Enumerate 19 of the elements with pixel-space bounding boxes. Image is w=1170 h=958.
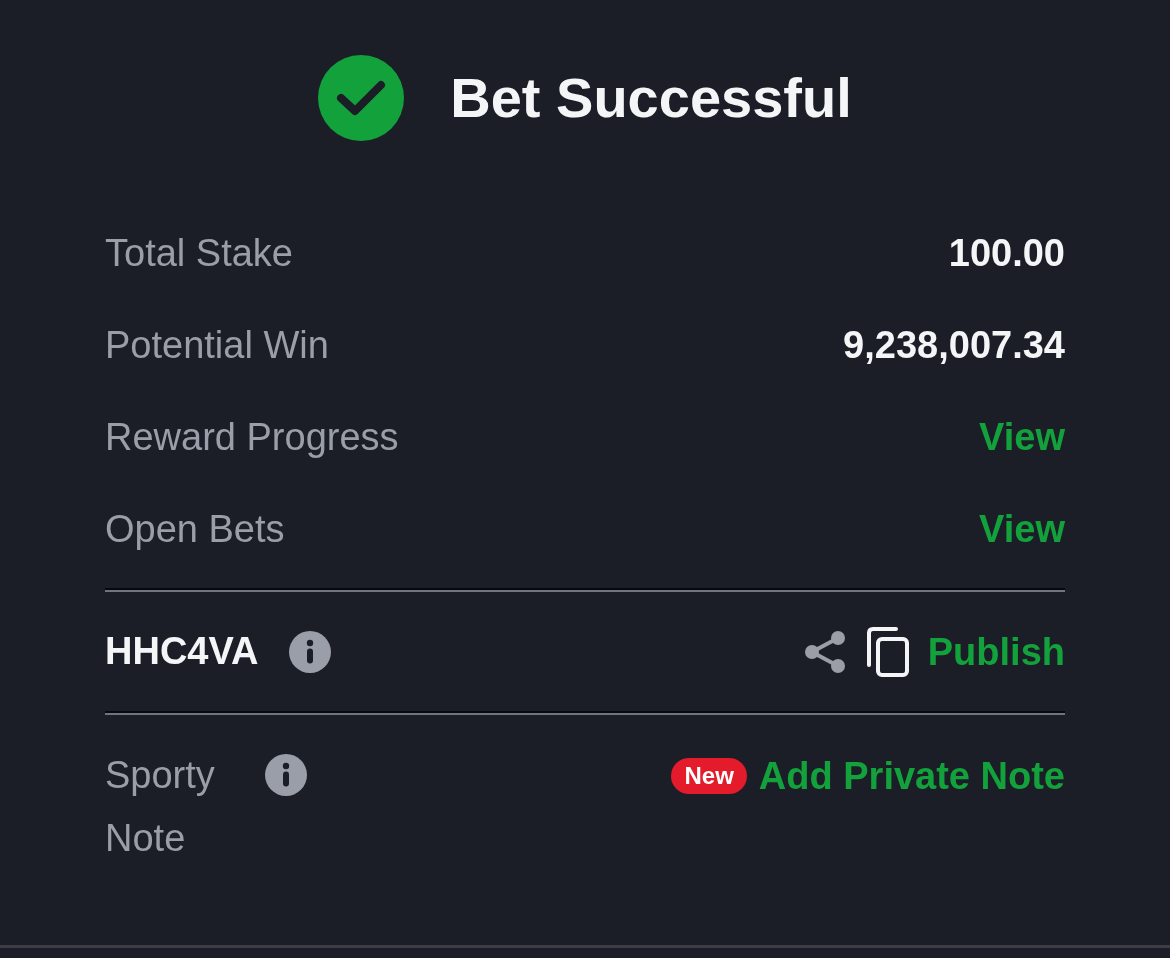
info-icon[interactable] xyxy=(265,754,307,796)
publish-button[interactable]: Publish xyxy=(927,632,1065,671)
booking-code: HHC4VA xyxy=(105,629,259,674)
summary-label: Open Bets xyxy=(105,506,285,552)
copy-icon[interactable] xyxy=(865,626,910,677)
amount-value: 9,238,007.34 xyxy=(843,322,1065,368)
summary-label: Reward Progress xyxy=(105,414,399,460)
check-circle-icon xyxy=(318,55,405,141)
summary-label: Total Stake xyxy=(105,230,293,276)
view-link[interactable]: View xyxy=(979,510,1065,548)
note-label: Sporty Note xyxy=(105,753,216,861)
amount-value: 100.00 xyxy=(948,230,1065,276)
add-private-note-button[interactable]: Add Private Note xyxy=(758,756,1065,795)
success-title: Bet Successful xyxy=(450,65,852,131)
info-icon[interactable] xyxy=(289,630,332,673)
summary-label: Potential Win xyxy=(105,322,329,368)
share-icon[interactable] xyxy=(803,629,846,674)
new-badge: New xyxy=(671,757,747,794)
view-link[interactable]: View xyxy=(979,418,1065,456)
